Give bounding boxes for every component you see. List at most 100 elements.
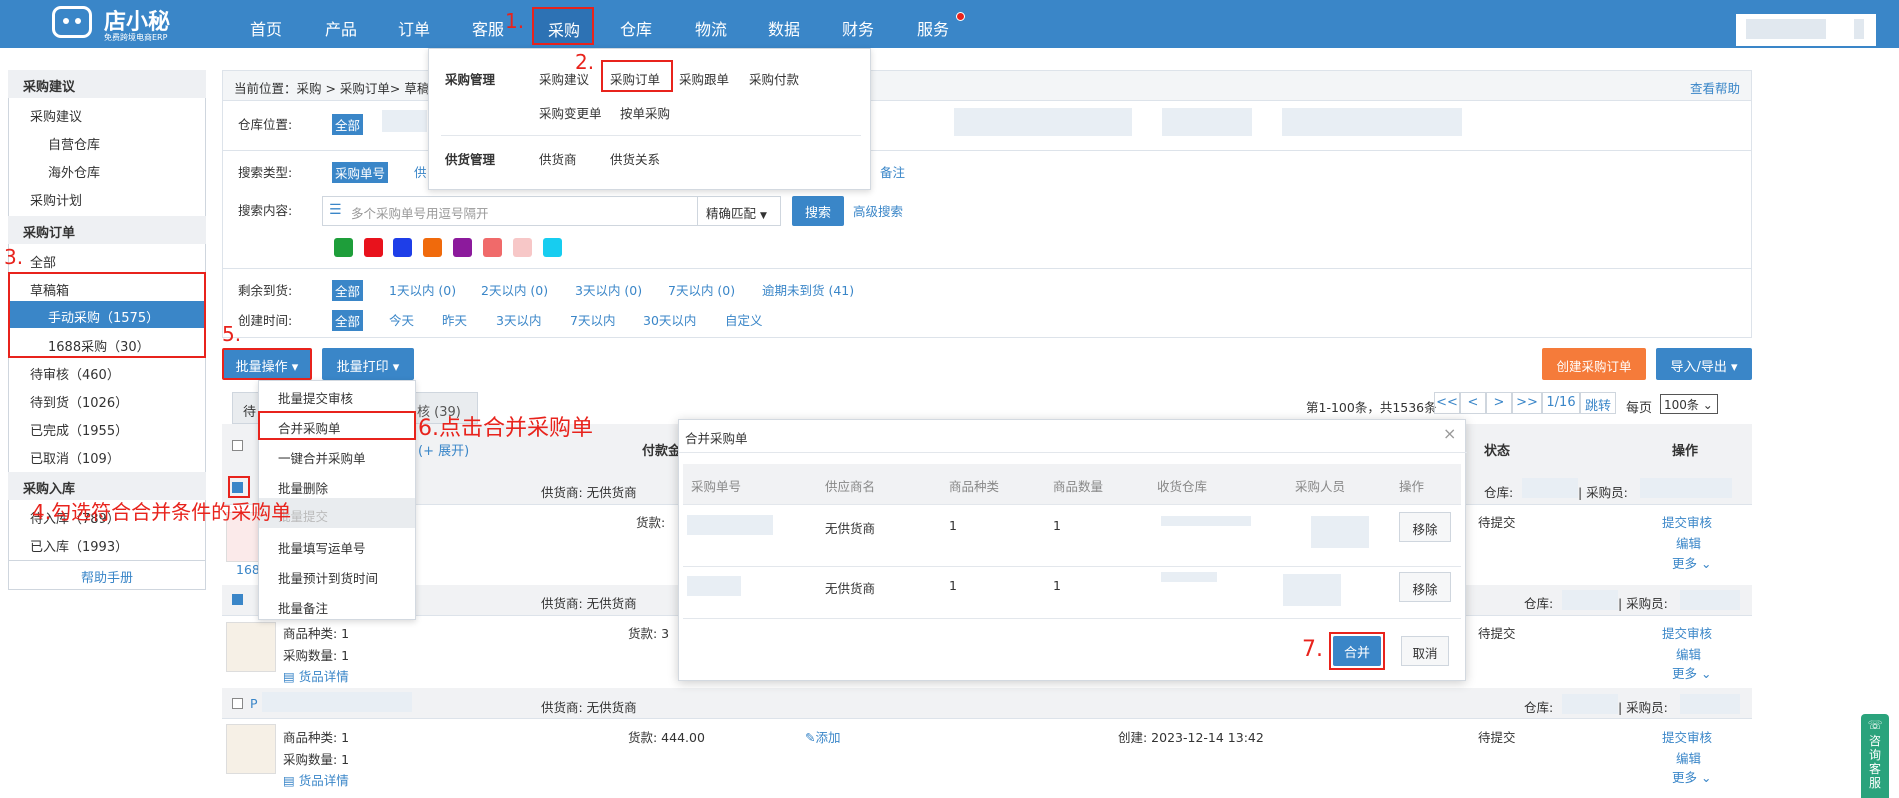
close-icon[interactable]: × — [1443, 424, 1456, 443]
color-tag-cyan[interactable] — [543, 238, 562, 257]
row-submit-review[interactable]: 提交审核 — [1662, 727, 1712, 746]
batch-menu-one-click[interactable]: 一键合并采购单 — [278, 448, 366, 467]
remain-opt-2[interactable]: 2天以内 (0) — [481, 280, 548, 299]
logo[interactable]: 店小秘 免费跨境电商ERP — [52, 2, 182, 44]
warehouse-all[interactable]: 全部 — [332, 114, 364, 135]
row-submit-review[interactable]: 提交审核 — [1662, 623, 1712, 642]
menu-payment[interactable]: 采购付款 — [749, 69, 799, 88]
batch-op-button[interactable]: 批量操作 ▾ — [222, 348, 312, 380]
menu-change-order[interactable]: 采购变更单 — [539, 103, 602, 122]
sidebar-item-cancelled[interactable]: 已取消（109） — [30, 448, 120, 467]
search-type-order-no[interactable]: 采购单号 — [332, 162, 389, 183]
expand-link[interactable]: (+ 展开) — [418, 440, 469, 459]
pager-next[interactable]: > — [1486, 392, 1512, 414]
nav-item-data[interactable]: 数据 — [768, 16, 800, 40]
pager-last[interactable]: >> — [1512, 392, 1542, 414]
menu-supplier[interactable]: 供货商 — [539, 149, 577, 168]
nav-item-services[interactable]: 服务 — [917, 16, 949, 40]
row-edit[interactable]: 编辑 — [1676, 533, 1701, 552]
sidebar-help[interactable]: 帮助手册 — [8, 560, 206, 590]
batch-menu-remark[interactable]: 批量备注 — [278, 598, 328, 617]
batch-print-button[interactable]: 批量打印 ▾ — [322, 348, 414, 380]
row-edit[interactable]: 编辑 — [1676, 748, 1701, 767]
nav-item-products[interactable]: 产品 — [325, 16, 357, 40]
per-page-select[interactable]: 100条 ⌄ — [1660, 394, 1718, 414]
user-area[interactable] — [1736, 14, 1876, 46]
remain-all[interactable]: 全部 — [332, 280, 364, 301]
remain-opt-3[interactable]: 3天以内 (0) — [575, 280, 642, 299]
modal-remove-button[interactable]: 移除 — [1399, 512, 1451, 542]
modal-col-buyer: 采购人员 — [1295, 479, 1346, 494]
row-more[interactable]: 更多 ⌄ — [1672, 767, 1711, 786]
menu-follow[interactable]: 采购跟单 — [679, 69, 729, 88]
color-tag-orange[interactable] — [423, 238, 442, 257]
row-add-remark[interactable]: ✎添加 — [805, 727, 841, 746]
color-tag-purple[interactable] — [453, 238, 472, 257]
sidebar-item-pending-review[interactable]: 待审核（460） — [30, 364, 120, 383]
nav-item-finance[interactable]: 财务 — [842, 16, 874, 40]
create-order-button[interactable]: 创建采购订单 — [1542, 348, 1646, 380]
remain-opt-1[interactable]: 1天以内 (0) — [389, 280, 456, 299]
search-input[interactable]: ☰ 多个采购单号用逗号隔开 — [322, 196, 698, 226]
row-submit-review[interactable]: 提交审核 — [1662, 512, 1712, 531]
created-30days[interactable]: 30天以内 — [643, 310, 696, 329]
sidebar-item-pending-arrival[interactable]: 待到货（1026） — [30, 392, 128, 411]
nav-item-warehouse[interactable]: 仓库 — [620, 16, 652, 40]
sidebar-item-stored[interactable]: 已入库（1993） — [30, 536, 128, 555]
modal-cancel-button[interactable]: 取消 — [1401, 636, 1449, 666]
pager-first[interactable]: << — [1434, 392, 1460, 414]
row-detail[interactable]: ▤ 货品详情 — [283, 770, 349, 789]
sidebar-item-overseas-warehouse[interactable]: 海外仓库 — [48, 162, 100, 181]
row-more[interactable]: 更多 ⌄ — [1672, 553, 1711, 572]
row-edit[interactable]: 编辑 — [1676, 644, 1701, 663]
sidebar-item-own-warehouse[interactable]: 自营仓库 — [48, 134, 100, 153]
created-yesterday[interactable]: 昨天 — [442, 310, 467, 329]
nav-item-home[interactable]: 首页 — [250, 16, 282, 40]
sidebar-item-all[interactable]: 全部 — [30, 252, 56, 271]
highlight-merge-button — [1329, 632, 1385, 670]
help-link[interactable]: 查看帮助 — [1690, 78, 1740, 97]
created-3days[interactable]: 3天以内 — [496, 310, 541, 329]
pager-jump[interactable]: 跳转 — [1580, 392, 1616, 414]
import-export-button[interactable]: 导入/导出 ▾ — [1656, 348, 1752, 380]
select-all-checkbox[interactable] — [232, 440, 243, 451]
color-tag-green[interactable] — [334, 238, 353, 257]
sidebar-item-suggest[interactable]: 采购建议 — [30, 106, 82, 125]
row-detail[interactable]: ▤ 货品详情 — [283, 666, 349, 685]
remain-opt-7[interactable]: 7天以内 (0) — [668, 280, 735, 299]
sidebar-item-plan[interactable]: 采购计划 — [30, 190, 82, 209]
color-tag-pink[interactable] — [513, 238, 532, 257]
batch-menu-eta[interactable]: 批量预计到货时间 — [278, 568, 378, 587]
pager-prev[interactable]: < — [1460, 392, 1486, 414]
row-id[interactable]: P — [250, 696, 258, 711]
row-checkbox[interactable] — [232, 698, 243, 709]
search-button[interactable]: 搜索 — [792, 196, 844, 226]
batch-menu-submit[interactable]: 批量提交审核 — [278, 388, 353, 407]
consult-widget[interactable]: ☏ 咨询客服 — [1861, 714, 1889, 798]
remain-opt-overdue[interactable]: 逾期未到货 (41) — [762, 280, 854, 299]
menu-supply-relation[interactable]: 供货关系 — [610, 149, 660, 168]
nav-item-orders[interactable]: 订单 — [398, 16, 430, 40]
color-tag-red[interactable] — [364, 238, 383, 257]
created-7days[interactable]: 7天以内 — [570, 310, 615, 329]
row-checkbox[interactable] — [232, 594, 243, 605]
batch-menu-delete[interactable]: 批量删除 — [278, 478, 328, 497]
color-tag-salmon[interactable] — [483, 238, 502, 257]
nav-item-logistics[interactable]: 物流 — [695, 16, 727, 40]
batch-menu-waybill[interactable]: 批量填写运单号 — [278, 538, 366, 557]
created-custom[interactable]: 自定义 — [725, 310, 763, 329]
menu-by-order[interactable]: 按单采购 — [620, 103, 670, 122]
modal-remove-button[interactable]: 移除 — [1399, 572, 1451, 602]
created-today[interactable]: 今天 — [389, 310, 414, 329]
search-type-supplier[interactable]: 供 — [414, 162, 427, 181]
row-id[interactable]: 168 — [236, 562, 260, 577]
sidebar-item-done[interactable]: 已完成（1955） — [30, 420, 128, 439]
match-select[interactable]: 精确匹配 ▼ — [697, 196, 781, 226]
row-more[interactable]: 更多 ⌄ — [1672, 663, 1711, 682]
search-type-remark[interactable]: 备注 — [880, 162, 905, 181]
advanced-search-link[interactable]: 高级搜索 — [853, 201, 903, 220]
created-all[interactable]: 全部 — [332, 310, 364, 331]
nav-item-service[interactable]: 客服 — [472, 16, 504, 40]
color-tag-blue[interactable] — [393, 238, 412, 257]
nav-item-purchase[interactable]: 采购 — [532, 7, 594, 45]
